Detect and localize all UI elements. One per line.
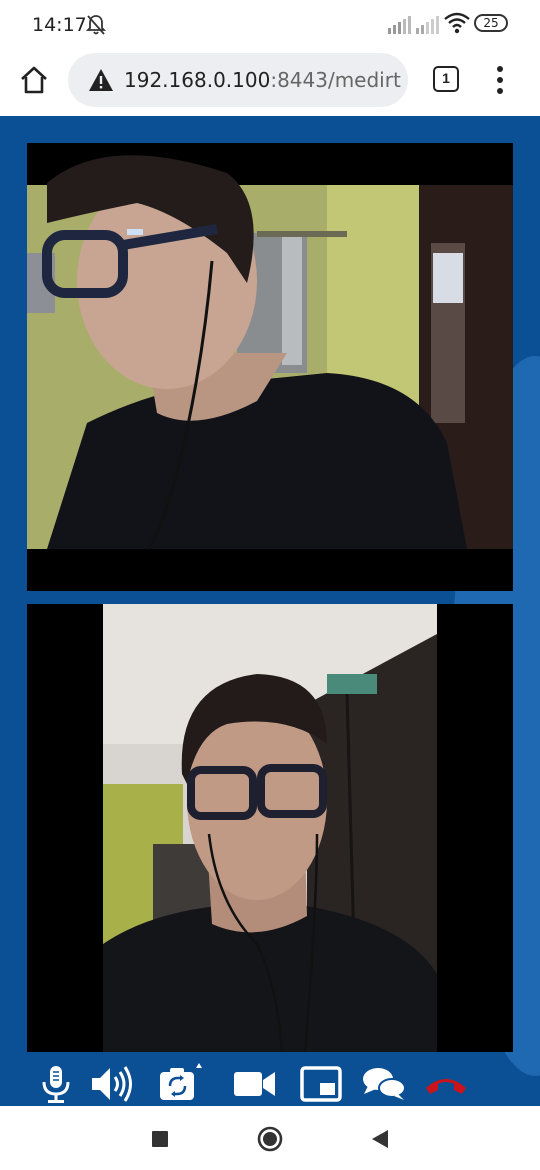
status-time: 14:17 — [32, 14, 87, 36]
browser-toolbar: 192.168.0.100:8443/medirt 1 — [0, 50, 540, 116]
tabs-icon[interactable]: 1 — [433, 66, 459, 92]
signal-icon — [416, 16, 439, 34]
back-icon[interactable] — [365, 1124, 395, 1154]
chat-icon[interactable] — [362, 1062, 406, 1106]
system-navigation-bar — [0, 1106, 540, 1170]
microphone-icon[interactable] — [34, 1062, 78, 1106]
call-controls — [0, 1062, 540, 1106]
picture-in-picture-icon[interactable] — [299, 1062, 343, 1106]
address-bar[interactable]: 192.168.0.100:8443/medirt — [68, 53, 408, 107]
wifi-icon — [444, 12, 470, 34]
switch-camera-icon[interactable] — [158, 1062, 202, 1106]
overflow-menu-icon[interactable] — [490, 64, 510, 96]
home-icon[interactable] — [18, 64, 50, 96]
end-call-icon[interactable] — [424, 1062, 468, 1106]
url-port-path: :8443/medirt — [270, 68, 401, 92]
call-page — [0, 116, 540, 1106]
home-circle-icon[interactable] — [255, 1124, 285, 1154]
signal-icon — [388, 16, 411, 34]
url-text: 192.168.0.100:8443/medirt — [124, 68, 401, 92]
remote-video-frame — [27, 143, 513, 591]
bell-off-icon — [86, 15, 106, 35]
speaker-icon[interactable] — [90, 1062, 134, 1106]
local-video[interactable] — [27, 604, 513, 1052]
warning-icon[interactable] — [88, 68, 114, 92]
status-bar: 14:17 25 — [0, 0, 540, 50]
url-host: 192.168.0.100 — [124, 68, 271, 92]
local-video-frame — [27, 604, 513, 1052]
battery-icon: 25 — [474, 14, 508, 32]
recents-icon[interactable] — [145, 1124, 175, 1154]
video-camera-icon[interactable] — [232, 1062, 276, 1106]
remote-video[interactable] — [27, 143, 513, 591]
